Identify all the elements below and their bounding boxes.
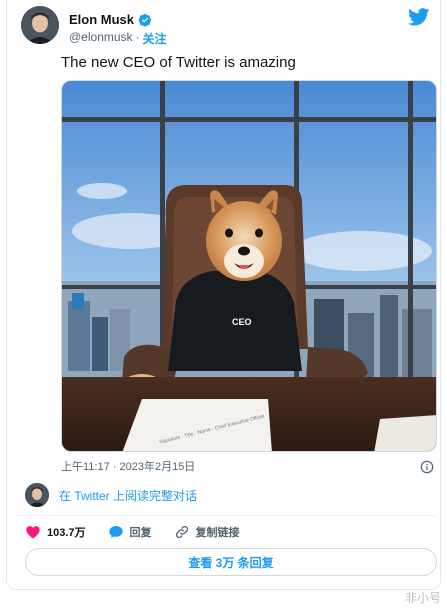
twitter-bird-icon[interactable] [408, 8, 430, 26]
author-handle[interactable]: @elonmusk [69, 30, 133, 47]
read-conversation-row[interactable]: 在 Twitter 上阅读完整对话 [25, 483, 197, 507]
verified-badge-icon [138, 13, 152, 27]
author-handle-row: @elonmusk · 关注 [69, 30, 167, 47]
tweet-header: Elon Musk @elonmusk · 关注 [17, 4, 432, 46]
info-icon[interactable] [420, 460, 434, 474]
author-name[interactable]: Elon Musk [69, 12, 134, 27]
view-replies-button[interactable]: 查看 3万 条回复 [25, 548, 437, 576]
sweater-ceo-text: CEO [232, 317, 252, 327]
read-full-conversation-link[interactable]: 在 Twitter 上阅读完整对话 [59, 487, 197, 504]
author-name-row: Elon Musk [69, 12, 152, 27]
watermark: 非小号 [404, 591, 441, 605]
link-icon [175, 525, 188, 539]
reply-bubble-icon [108, 526, 123, 538]
tweet-text: The new CEO of Twitter is amazing [61, 54, 296, 71]
follow-button[interactable]: 关注 [143, 30, 167, 47]
tweet-card: Elon Musk @elonmusk · 关注 The new CEO of … [6, 0, 441, 590]
divider [17, 515, 437, 516]
author-avatar[interactable] [21, 6, 59, 44]
action-bar: 103.7万 回复 复制链接 [25, 524, 262, 540]
like-button[interactable]: 103.7万 [25, 524, 86, 540]
copy-link-label: 复制链接 [195, 527, 240, 539]
tweet-photo[interactable]: CEO Signature · Title · Name · Chief Exe… [61, 80, 437, 452]
tweet-timestamp[interactable]: 上午11:17 · 2023年2月15日 [61, 458, 195, 474]
copy-link-button[interactable]: 复制链接 [174, 524, 240, 540]
author-small-avatar [25, 483, 49, 507]
reply-label: 回复 [129, 527, 152, 539]
handle-separator: · [135, 30, 140, 44]
reply-button[interactable]: 回复 [108, 524, 152, 540]
heart-icon [26, 526, 40, 539]
like-count: 103.7万 [47, 527, 86, 539]
